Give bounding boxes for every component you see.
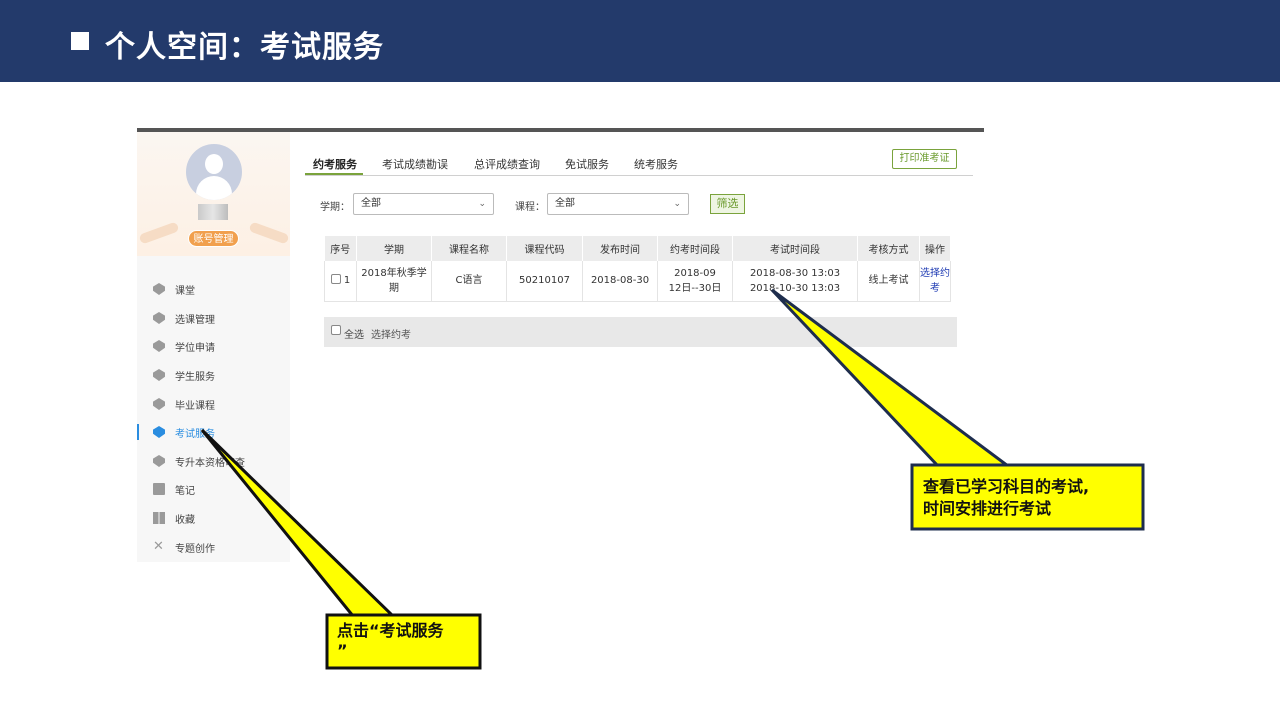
left-callout-pointer [200, 428, 397, 618]
callout-layer [200, 288, 1145, 670]
right-callout-line: 查看已学习科目的考试, [923, 477, 1090, 496]
left-callout-text: 点击“考试服务 ” [337, 621, 444, 661]
right-callout-text: 查看已学习科目的考试, 时间安排进行考试 [923, 476, 1089, 520]
left-callout-line: 点击“考试服务 [337, 621, 444, 640]
left-callout-line: ” [337, 641, 348, 660]
right-callout-line: 时间安排进行考试 [923, 499, 1052, 518]
right-callout-pointer [770, 288, 1013, 468]
